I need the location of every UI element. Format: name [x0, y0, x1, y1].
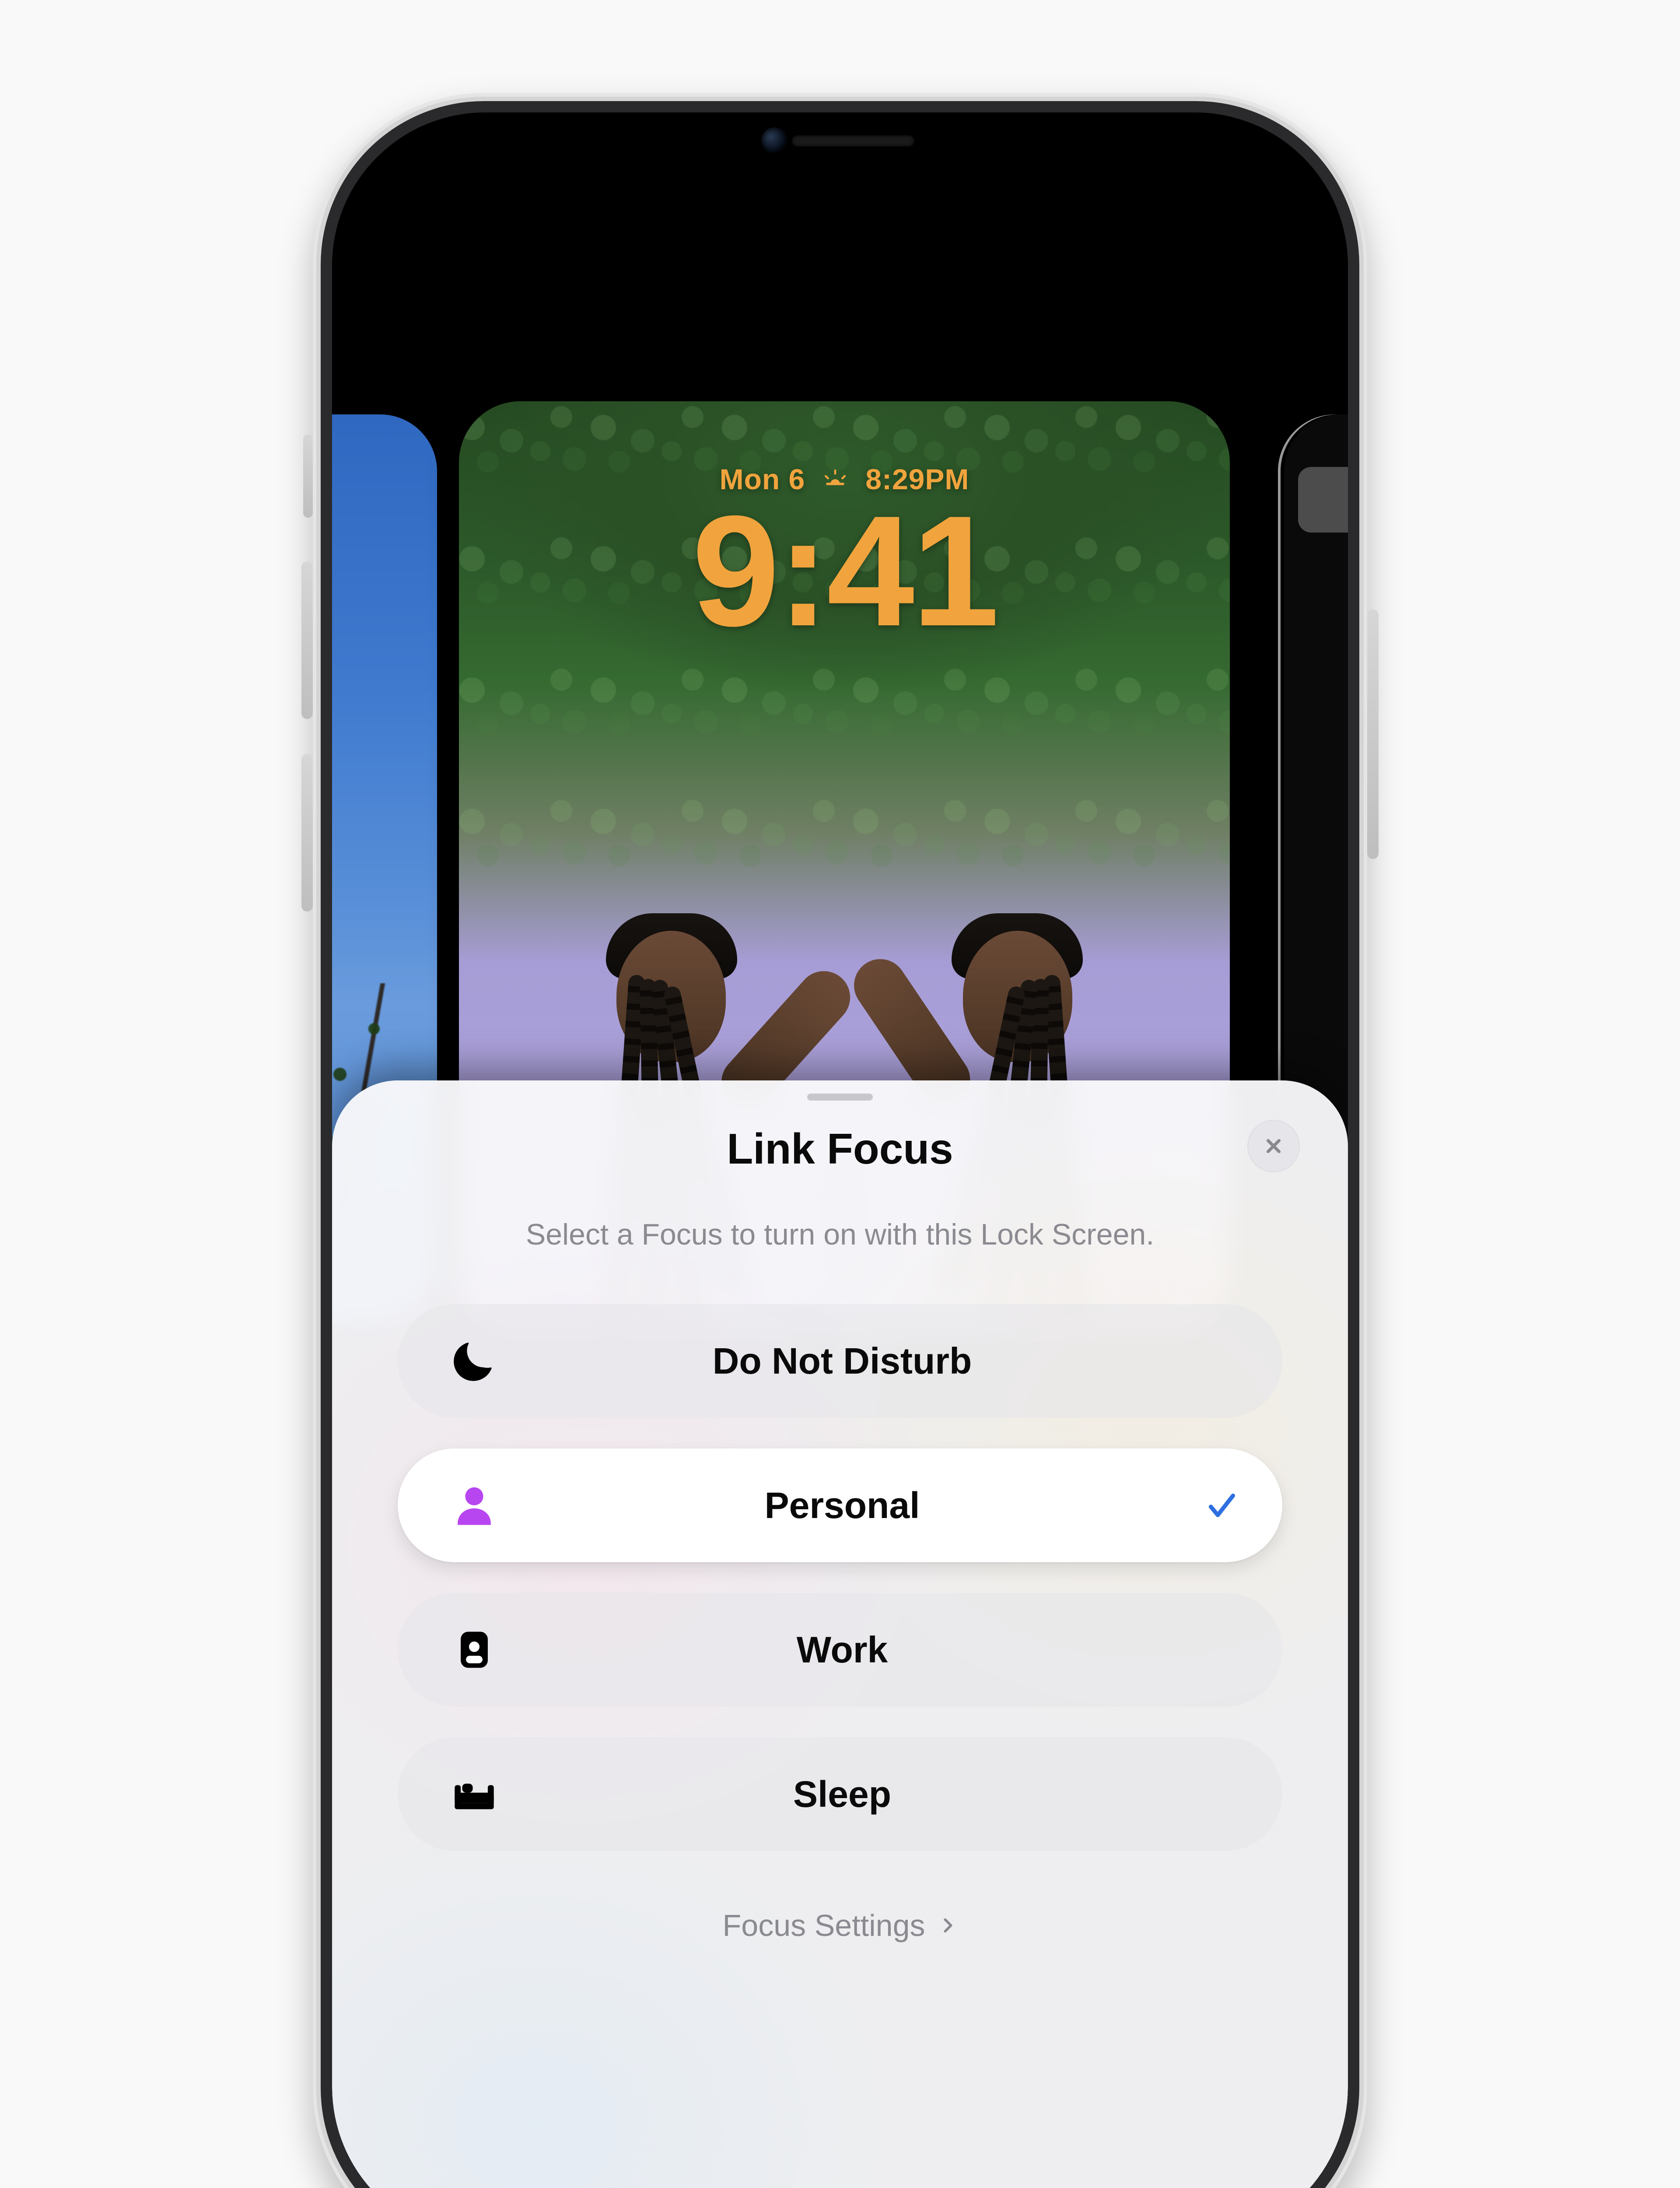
sheet-title: Link Focus — [398, 1124, 1282, 1174]
screen: s Mon 6 — [332, 112, 1348, 2188]
focus-item-sleep[interactable]: Sleep — [398, 1737, 1282, 1851]
focus-item-work[interactable]: Work — [398, 1593, 1282, 1707]
focus-item-label: Sleep — [498, 1773, 1234, 1816]
badge-icon — [450, 1626, 498, 1674]
mute-switch[interactable] — [303, 435, 313, 518]
close-icon — [1263, 1135, 1284, 1157]
lockscreen-time: 9:41 — [459, 500, 1230, 642]
focus-item-label: Work — [498, 1629, 1234, 1671]
front-camera — [761, 127, 788, 154]
focus-item-label: Do Not Disturb — [498, 1340, 1234, 1382]
focus-item-dnd[interactable]: Do Not Disturb — [398, 1304, 1282, 1418]
link-focus-sheet: Link Focus Select a Focus to turn on wit… — [332, 1080, 1348, 2188]
moon-icon — [450, 1337, 498, 1385]
volume-up-button[interactable] — [301, 561, 313, 719]
focus-list: Do Not Disturb Personal — [398, 1304, 1282, 1851]
focus-settings-label: Focus Settings — [723, 1908, 925, 1943]
earpiece — [792, 135, 914, 147]
sheet-subtitle: Select a Focus to turn on with this Lock… — [398, 1217, 1282, 1252]
side-button[interactable] — [1367, 610, 1379, 859]
focus-item-personal[interactable]: Personal — [398, 1448, 1282, 1562]
lockscreen-clock: Mon 6 8:29PM 9:41 — [459, 463, 1230, 642]
focus-item-label: Personal — [498, 1484, 1234, 1527]
focus-settings-link[interactable]: Focus Settings — [398, 1908, 1282, 1943]
person-icon — [450, 1481, 498, 1529]
bed-icon — [450, 1770, 498, 1818]
chevron-right-icon — [938, 1915, 958, 1936]
volume-down-button[interactable] — [301, 754, 313, 912]
checkmark-icon — [1205, 1489, 1239, 1522]
sheet-grabber[interactable] — [807, 1094, 873, 1101]
close-button[interactable] — [1247, 1120, 1300, 1172]
device-frame: s Mon 6 — [313, 93, 1367, 2188]
notch — [674, 112, 1006, 169]
